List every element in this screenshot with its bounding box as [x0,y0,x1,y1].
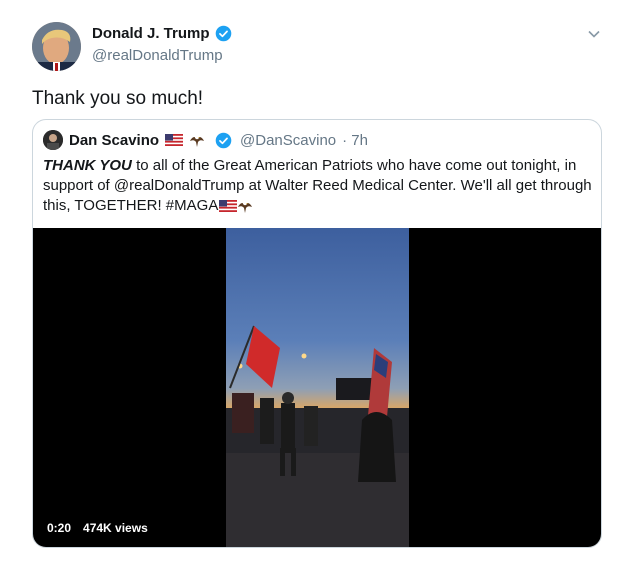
verified-icon [215,132,232,148]
video-views: 474K views [83,521,148,535]
tweet-text: Thank you so much! [32,88,204,109]
author-block: Donald J. Trump @realDonaldTrump [92,25,232,64]
author-name[interactable]: Donald J. Trump [92,25,210,42]
quoted-timestamp[interactable]: · 7h [342,132,368,149]
us-flag-icon [165,134,184,146]
video-duration: 0:20 [47,521,72,535]
quoted-text: THANK YOU to all of the Great American P… [43,156,593,216]
eagle-icon [190,134,205,147]
verified-icon [215,25,231,42]
eagle-icon [238,200,253,214]
quoted-avatar[interactable] [43,130,63,150]
video-meta: 0:20 474K views [47,521,148,535]
video-player[interactable]: 0:20 474K views [33,228,601,547]
author-handle[interactable]: @realDonaldTrump [92,47,232,64]
video-frame [226,228,409,547]
tweet: Donald J. Trump @realDonaldTrump Thank y… [0,0,629,562]
chevron-down-icon[interactable] [587,27,601,41]
us-flag-icon [219,200,238,213]
quoted-author-handle[interactable]: @DanScavino [240,132,336,149]
quoted-tweet[interactable]: Dan Scavino @DanScavino · 7h THANK YOU t… [32,119,602,548]
quoted-author-name[interactable]: Dan Scavino [69,132,159,149]
quoted-header: Dan Scavino @DanScavino · 7h [43,130,368,150]
author-avatar[interactable] [32,22,81,71]
quoted-text-emphasis: THANK YOU [43,157,132,174]
